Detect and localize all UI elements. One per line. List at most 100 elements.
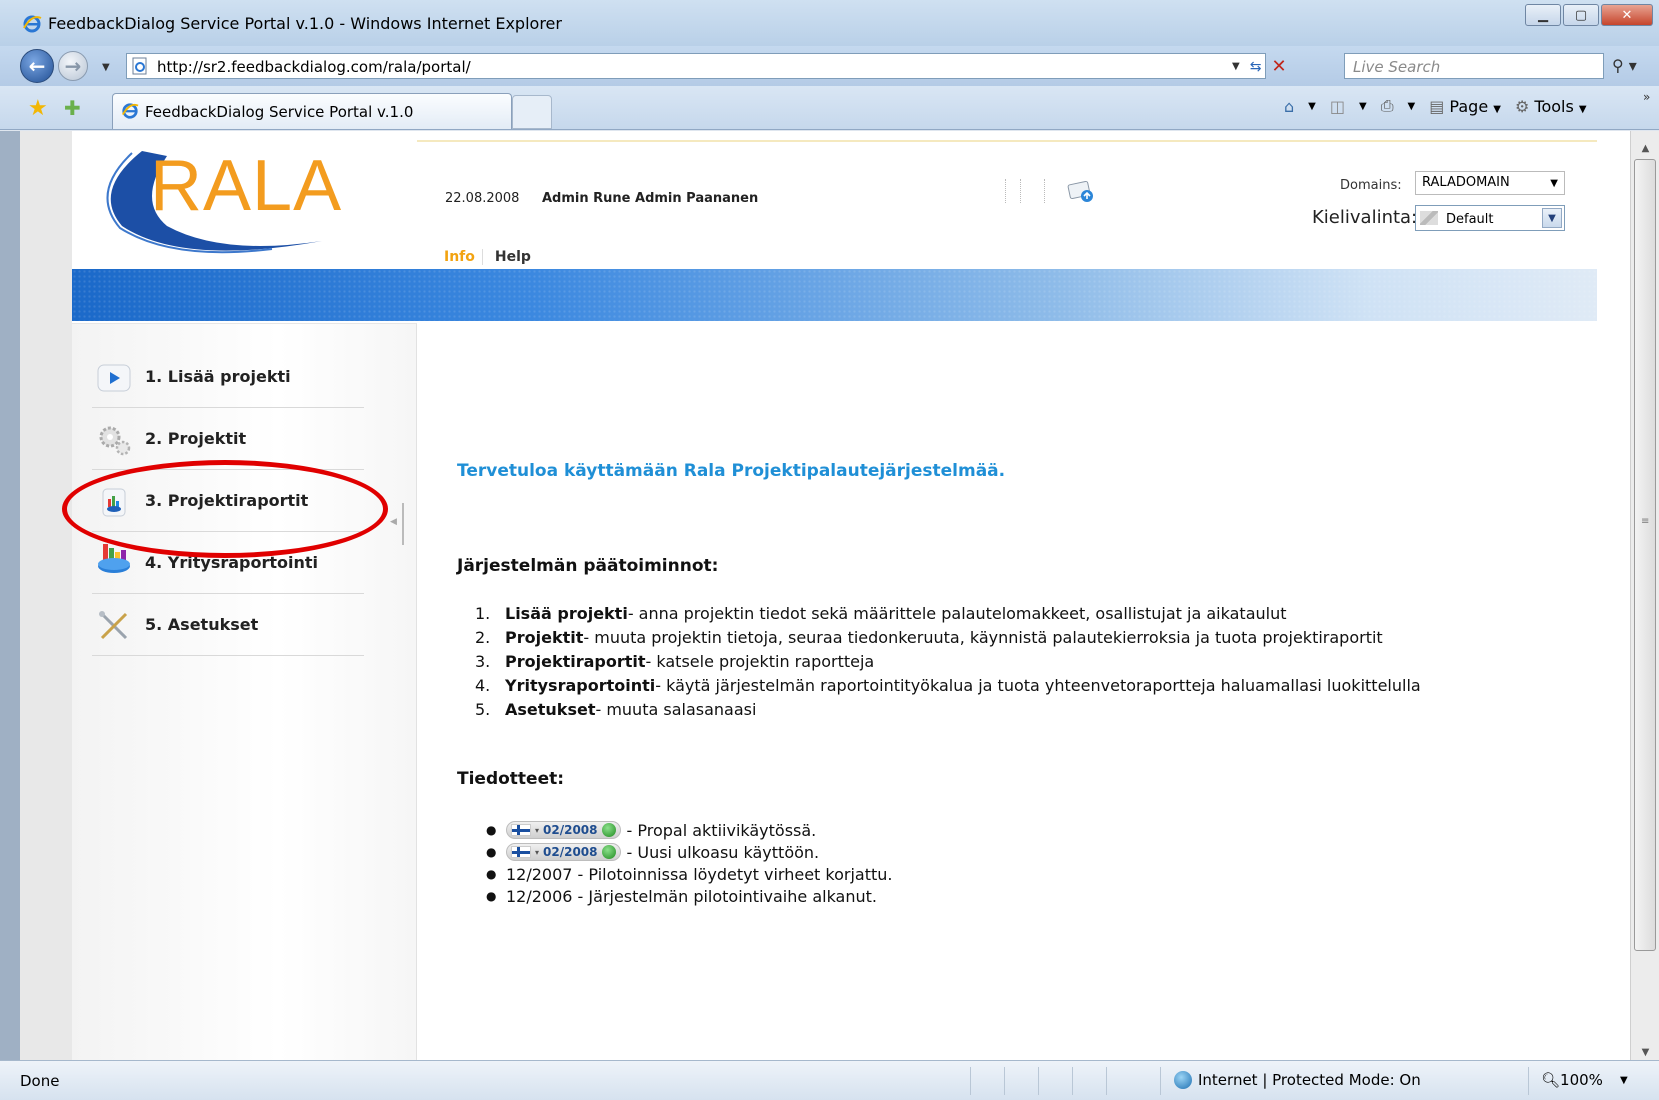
news-list: ● ▾ 02/2008 - Propal aktiivikäytössä. ● … [486, 819, 892, 907]
address-tools: ▼ ⇆ ✕ [1232, 56, 1287, 77]
nav-info[interactable]: Info [444, 249, 483, 265]
sidebar-item-label: 5. Asetukset [145, 615, 259, 634]
language-flag-icon [1420, 211, 1438, 225]
status-bar: Done Internet | Protected Mode: On 🔍︎100… [0, 1060, 1659, 1100]
tab-feedbackdialog[interactable]: FeedbackDialog Service Portal v.1.0 [112, 93, 512, 129]
tools-menu-label: Tools [1534, 96, 1574, 116]
chevron-more-icon[interactable]: » [1643, 90, 1650, 104]
finnish-flag-icon [511, 824, 531, 836]
status-divider [1106, 1067, 1107, 1095]
page-viewport: RALA 22.08.2008 Admin Rune Admin Paanane… [20, 131, 1630, 1060]
sidebar-item-asetukset[interactable]: 5. Asetukset [92, 594, 364, 656]
scroll-thumb[interactable]: ≡ [1634, 159, 1656, 951]
close-button[interactable]: ✕ [1601, 4, 1653, 26]
close-icon: ✕ [1621, 7, 1633, 23]
address-dropdown-icon[interactable]: ▼ [1232, 61, 1240, 72]
list-item: 3. Projektiraportit- katsele projektin ra… [475, 652, 1421, 676]
search-icon[interactable]: ⚲ ▾ [1612, 56, 1637, 75]
list-item: ● 12/2007 - Pilotoinnissa löydetyt virhe… [486, 863, 892, 885]
news-text: 12/2006 - Järjestelmän pilotointivaihe a… [506, 886, 877, 906]
news-badge[interactable]: ▾ 02/2008 [506, 843, 621, 861]
zoom-level[interactable]: 🔍︎100% [1541, 1071, 1603, 1089]
nav-help[interactable]: Help [483, 249, 531, 265]
sidebar-item-label: 1. Lisää projekti [145, 367, 291, 386]
history-dropdown-icon[interactable]: ▼ [102, 62, 110, 73]
feature-desc: - muuta projektin tietoja, seuraa tiedon… [583, 628, 1383, 647]
news-text: - Propal aktiivikäytössä. [626, 820, 817, 840]
maximize-button[interactable]: ▢ [1563, 4, 1599, 26]
print-dropdown-icon[interactable]: ▼ [1408, 101, 1416, 112]
window-title: FeedbackDialog Service Portal v.1.0 - Wi… [48, 14, 562, 33]
list-item: ● ▾ 02/2008 - Uusi ulkoasu käyttöön. [486, 841, 892, 863]
command-bar: ⌂ ▼ ◫ ▼ ⎙ ▼ ▤ Page ▼ ⚙ Tools ▼ [1284, 96, 1587, 116]
bullet: ● [486, 889, 497, 903]
chevron-down-icon: ▾ [535, 825, 540, 835]
forward-button[interactable]: → [58, 51, 88, 81]
favorites-star-icon[interactable]: ★ [28, 96, 48, 121]
mail-icon[interactable] [1066, 179, 1096, 205]
zoom-text: 100% [1560, 1071, 1603, 1089]
news-text: - Uusi ulkoasu käyttöön. [626, 842, 820, 862]
list-item: ● 12/2006 - Järjestelmän pilotointivaihe… [486, 885, 892, 907]
language-select[interactable]: Default ▼ [1415, 205, 1565, 231]
list-item: 5. Asetukset- muuta salasanaasi [475, 700, 1421, 724]
scroll-up-icon[interactable]: ▲ [1631, 137, 1659, 159]
stop-icon[interactable]: ✕ [1271, 56, 1286, 77]
feeds-icon[interactable]: ◫ [1330, 97, 1345, 116]
page-icon [132, 57, 147, 75]
forward-arrow-icon: → [64, 54, 82, 78]
header-dividers [1005, 179, 1045, 203]
address-bar[interactable]: http://sr2.feedbackdialog.com/rala/porta… [126, 53, 1266, 79]
domains-select[interactable]: RALADOMAIN ▼ [1415, 171, 1565, 195]
home-icon[interactable]: ⌂ [1284, 97, 1294, 116]
ie-logo-icon [23, 15, 42, 33]
page-menu[interactable]: ▤ Page ▼ [1429, 97, 1501, 116]
zoom-icon: 🔍︎ [1541, 1071, 1561, 1089]
sidebar-item-label: 2. Projektit [145, 429, 247, 448]
maximize-icon: ▢ [1574, 7, 1588, 23]
status-icon [601, 845, 616, 859]
welcome-text: Tervetuloa käyttämään Rala Projektipalau… [457, 461, 1006, 481]
scroll-grip-icon: ≡ [1641, 516, 1650, 527]
url-text[interactable]: http://sr2.feedbackdialog.com/rala/porta… [157, 58, 471, 76]
rala-logo[interactable]: RALA [72, 131, 417, 291]
home-dropdown-icon[interactable]: ▼ [1308, 101, 1316, 112]
minimize-button[interactable]: ▁ [1525, 4, 1561, 26]
header-banner [72, 269, 1597, 321]
tools-menu[interactable]: ⚙ Tools ▼ [1515, 97, 1587, 116]
sidebar-collapse-handle[interactable]: ◀ [390, 503, 404, 545]
gear-icon: ⚙ [1514, 96, 1530, 116]
feeds-dropdown-icon[interactable]: ▼ [1359, 101, 1367, 112]
domains-dropdown-icon: ▼ [1550, 178, 1558, 189]
search-input[interactable]: Live Search [1344, 53, 1604, 79]
banner-map-pattern [72, 269, 1597, 321]
rala-logo-text: RALA [150, 146, 343, 226]
tools-icon [99, 611, 128, 640]
zone-text: Internet | Protected Mode: On [1198, 1071, 1421, 1089]
domains-label: Domains: [1340, 178, 1402, 193]
new-tab-button[interactable] [512, 95, 552, 129]
status-icon [601, 823, 616, 837]
sidebar-item-lisaa-projekti[interactable]: 1. Lisää projekti [92, 346, 364, 408]
tab-title: FeedbackDialog Service Portal v.1.0 [145, 103, 414, 121]
tools-dropdown-icon: ▼ [1578, 103, 1587, 115]
add-favorites-icon[interactable]: ✚ [64, 96, 81, 120]
zoom-dropdown-icon[interactable]: ▼ [1620, 1075, 1628, 1086]
vertical-scrollbar[interactable]: ▲ ≡ ▼ [1630, 131, 1659, 1060]
window-controls: ▁ ▢ ✕ [1525, 4, 1653, 26]
news-text: 12/2007 - Pilotoinnissa löydetyt virheet… [506, 864, 893, 884]
print-icon[interactable]: ⎙ [1381, 96, 1394, 116]
back-button[interactable]: ← [20, 49, 54, 83]
search-placeholder: Live Search [1353, 58, 1441, 76]
tab-bar: ★ ✚ FeedbackDialog Service Portal v.1.0 … [0, 86, 1659, 130]
language-label: Kielivalinta: [1312, 207, 1418, 228]
play-icon [97, 364, 131, 392]
header-nav: Info Help [444, 249, 531, 265]
page-menu-label: Page [1449, 96, 1489, 116]
feature-number: 2. [475, 628, 491, 647]
user-name: Admin Rune Admin Paananen [542, 191, 759, 206]
security-zone[interactable]: Internet | Protected Mode: On [1174, 1071, 1421, 1089]
news-badge[interactable]: ▾ 02/2008 [506, 821, 621, 839]
refresh-icon[interactable]: ⇆ [1250, 59, 1262, 75]
address-toolbar: ← → ▼ http://sr2.feedbackdialog.com/rala… [0, 46, 1659, 86]
